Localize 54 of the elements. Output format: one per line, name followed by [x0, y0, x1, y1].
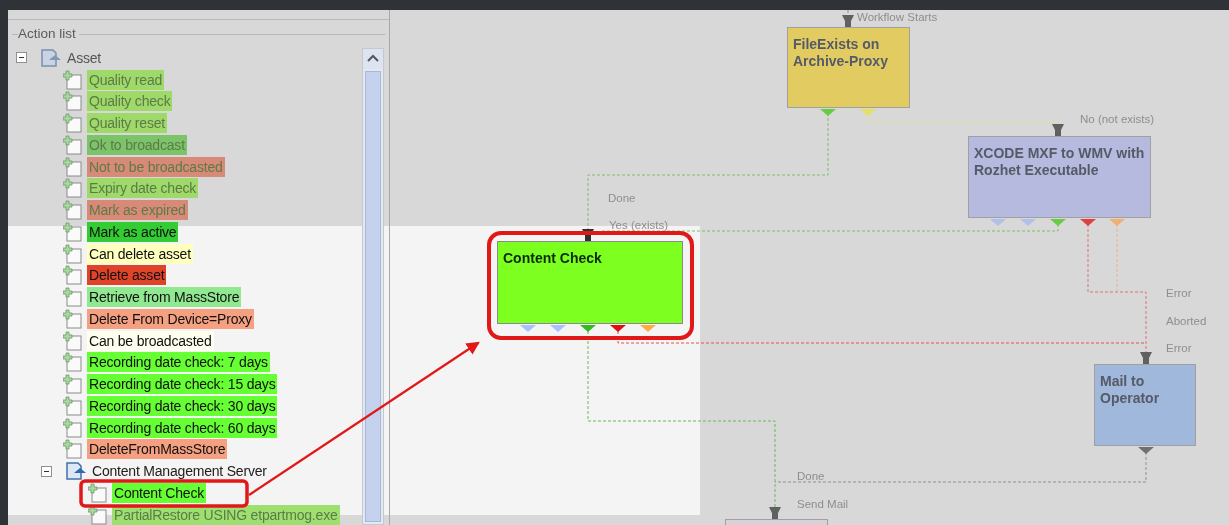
action-item[interactable]: Recording date check: 15 days	[87, 374, 278, 395]
tree-group-label[interactable]: Asset	[65, 47, 103, 68]
connector-label: Aborted	[1166, 315, 1207, 327]
action-icon	[63, 69, 83, 90]
action-icon	[63, 265, 83, 286]
connector-line	[847, 10, 849, 16]
tree-expander[interactable]	[16, 52, 27, 64]
action-icon	[63, 308, 83, 329]
action-item[interactable]: Delete asset	[87, 265, 167, 286]
action-icon	[63, 134, 83, 155]
action-item[interactable]: Can be broadcasted	[87, 330, 214, 351]
action-icon	[63, 395, 83, 416]
tree-expander[interactable]	[41, 465, 52, 477]
connector-label: Send Mail	[797, 498, 849, 510]
folder-icon	[39, 47, 63, 68]
tree-group-label[interactable]: Content Management Server	[90, 461, 269, 482]
workflow-node[interactable]: XCODE MXF to WMV with Rozhet Executable	[968, 136, 1151, 218]
action-icon	[63, 156, 83, 177]
action-item[interactable]: Recording date check: 60 days	[87, 417, 278, 438]
workflow-node[interactable]: Content Check	[497, 241, 683, 324]
action-item[interactable]: Can delete asset	[87, 243, 193, 264]
action-icon	[63, 439, 83, 460]
action-item[interactable]: DeleteFromMassStore	[87, 439, 228, 460]
action-item[interactable]: Recording date check: 30 days	[87, 395, 278, 416]
connector-label: No (not exists)	[1080, 113, 1155, 125]
group-title: Action list	[18, 26, 79, 41]
action-icon	[63, 200, 83, 221]
scrollbar[interactable]	[362, 48, 384, 525]
connector-label: Error	[1166, 342, 1192, 354]
action-icon	[63, 221, 83, 242]
action-item[interactable]: Retrieve from MassStore	[87, 287, 242, 308]
scroll-up-icon[interactable]	[363, 49, 383, 69]
connector-label: Error	[1166, 287, 1192, 299]
action-item[interactable]: Delete From Device=Proxy	[87, 308, 254, 329]
action-icon	[63, 417, 83, 438]
action-item[interactable]: Mark as active	[87, 221, 179, 242]
connector-label: Workflow Starts	[857, 11, 938, 23]
action-icon	[88, 482, 108, 503]
workflow-node[interactable]: FileExists on Archive-Proxy	[787, 27, 910, 108]
action-item[interactable]: Content Check	[112, 482, 206, 503]
connector-label: Yes (exists)	[609, 219, 668, 231]
action-icon	[63, 287, 83, 308]
connector-label: Done	[797, 470, 825, 482]
action-icon	[63, 374, 83, 395]
action-icon	[63, 113, 83, 134]
action-icon	[63, 178, 83, 199]
folder-icon	[64, 461, 88, 482]
action-item[interactable]: Recording date check: 7 days	[87, 352, 270, 373]
action-icon	[63, 243, 83, 264]
action-icon	[63, 330, 83, 351]
action-icon	[63, 91, 83, 112]
scrollbar-thumb[interactable]	[365, 71, 381, 522]
action-icon	[63, 352, 83, 373]
connector-label: Done	[608, 192, 636, 204]
